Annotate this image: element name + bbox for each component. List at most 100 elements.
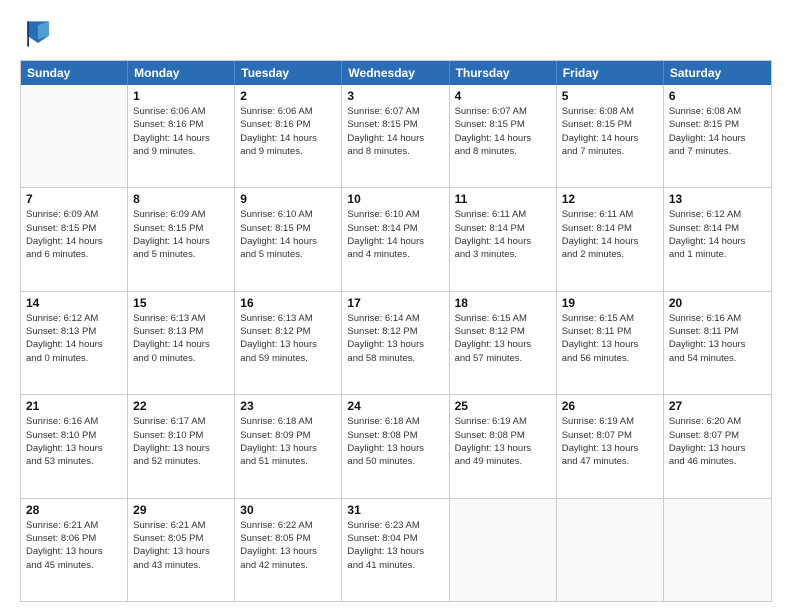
calendar-cell [664,499,771,601]
day-number: 18 [455,296,551,310]
day-number: 25 [455,399,551,413]
calendar-cell: 4 Sunrise: 6:07 AM Sunset: 8:15 PM Daylig… [450,85,557,187]
day-number: 16 [240,296,336,310]
day-info: Sunrise: 6:19 AM Sunset: 8:07 PM Dayligh… [562,415,658,468]
day-info: Sunrise: 6:12 AM Sunset: 8:13 PM Dayligh… [26,312,122,365]
calendar-header-cell: Tuesday [235,61,342,85]
calendar-cell: 28 Sunrise: 6:21 AM Sunset: 8:06 PM Dayli… [21,499,128,601]
day-info: Sunrise: 6:14 AM Sunset: 8:12 PM Dayligh… [347,312,443,365]
calendar-cell: 8Sunrise: 6:09 AM Sunset: 8:15 PM Daylig… [128,188,235,290]
day-number: 7 [26,192,122,206]
day-number: 11 [455,192,551,206]
day-number: 22 [133,399,229,413]
calendar-cell: 19Sunrise: 6:15 AM Sunset: 8:11 PM Dayli… [557,292,664,394]
day-info: Sunrise: 6:07 AM Sunset: 8:15 PM Dayligh… [455,105,551,158]
day-number: 17 [347,296,443,310]
calendar-cell: 21 Sunrise: 6:16 AM Sunset: 8:10 PM Dayli… [21,395,128,497]
calendar-cell: 16 Sunrise: 6:13 AM Sunset: 8:12 PM Dayli… [235,292,342,394]
calendar-cell: 11 Sunrise: 6:11 AM Sunset: 8:14 PM Dayli… [450,188,557,290]
day-info: Sunrise: 6:15 AM Sunset: 8:11 PM Dayligh… [562,312,658,365]
day-info: Sunrise: 6:20 AM Sunset: 8:07 PM Dayligh… [669,415,766,468]
calendar-cell: 12Sunrise: 6:11 AM Sunset: 8:14 PM Dayli… [557,188,664,290]
calendar-cell: 14 Sunrise: 6:12 AM Sunset: 8:13 PM Dayli… [21,292,128,394]
calendar-cell: 25 Sunrise: 6:19 AM Sunset: 8:08 PM Dayli… [450,395,557,497]
day-info: Sunrise: 6:08 AM Sunset: 8:15 PM Dayligh… [562,105,658,158]
day-info: Sunrise: 6:16 AM Sunset: 8:11 PM Dayligh… [669,312,766,365]
day-info: Sunrise: 6:21 AM Sunset: 8:06 PM Dayligh… [26,519,122,572]
day-info: Sunrise: 6:12 AM Sunset: 8:14 PM Dayligh… [669,208,766,261]
day-number: 28 [26,503,122,517]
day-number: 13 [669,192,766,206]
day-info: Sunrise: 6:11 AM Sunset: 8:14 PM Dayligh… [455,208,551,261]
calendar-cell [450,499,557,601]
calendar-row: 28 Sunrise: 6:21 AM Sunset: 8:06 PM Dayli… [21,498,771,601]
day-info: Sunrise: 6:06 AM Sunset: 8:16 PM Dayligh… [133,105,229,158]
day-info: Sunrise: 6:10 AM Sunset: 8:15 PM Dayligh… [240,208,336,261]
day-number: 9 [240,192,336,206]
calendar-cell: 10 Sunrise: 6:10 AM Sunset: 8:14 PM Dayli… [342,188,449,290]
calendar-cell: 15Sunrise: 6:13 AM Sunset: 8:13 PM Dayli… [128,292,235,394]
day-info: Sunrise: 6:11 AM Sunset: 8:14 PM Dayligh… [562,208,658,261]
day-number: 3 [347,89,443,103]
calendar-cell: 23 Sunrise: 6:18 AM Sunset: 8:09 PM Dayli… [235,395,342,497]
calendar-row: 7 Sunrise: 6:09 AM Sunset: 8:15 PM Daylig… [21,187,771,290]
day-number: 2 [240,89,336,103]
day-info: Sunrise: 6:18 AM Sunset: 8:09 PM Dayligh… [240,415,336,468]
day-info: Sunrise: 6:16 AM Sunset: 8:10 PM Dayligh… [26,415,122,468]
day-number: 4 [455,89,551,103]
calendar-cell: 9 Sunrise: 6:10 AM Sunset: 8:15 PM Daylig… [235,188,342,290]
day-number: 27 [669,399,766,413]
calendar-cell: 5 Sunrise: 6:08 AM Sunset: 8:15 PM Daylig… [557,85,664,187]
calendar-cell: 18 Sunrise: 6:15 AM Sunset: 8:12 PM Dayli… [450,292,557,394]
day-number: 26 [562,399,658,413]
calendar-cell: 1 Sunrise: 6:06 AM Sunset: 8:16 PM Daylig… [128,85,235,187]
day-number: 29 [133,503,229,517]
calendar-body: 1 Sunrise: 6:06 AM Sunset: 8:16 PM Daylig… [21,85,771,601]
calendar-cell: 30 Sunrise: 6:22 AM Sunset: 8:05 PM Dayli… [235,499,342,601]
day-number: 14 [26,296,122,310]
day-info: Sunrise: 6:22 AM Sunset: 8:05 PM Dayligh… [240,519,336,572]
day-number: 23 [240,399,336,413]
day-number: 30 [240,503,336,517]
page: SundayMondayTuesdayWednesdayThursdayFrid… [0,0,792,612]
day-number: 5 [562,89,658,103]
day-number: 1 [133,89,229,103]
calendar-cell [21,85,128,187]
day-number: 20 [669,296,766,310]
calendar-header: SundayMondayTuesdayWednesdayThursdayFrid… [21,61,771,85]
day-number: 8 [133,192,229,206]
day-info: Sunrise: 6:19 AM Sunset: 8:08 PM Dayligh… [455,415,551,468]
calendar-header-cell: Monday [128,61,235,85]
calendar-cell: 26 Sunrise: 6:19 AM Sunset: 8:07 PM Dayli… [557,395,664,497]
calendar-cell: 6Sunrise: 6:08 AM Sunset: 8:15 PM Daylig… [664,85,771,187]
calendar-header-cell: Friday [557,61,664,85]
calendar-cell: 20 Sunrise: 6:16 AM Sunset: 8:11 PM Dayli… [664,292,771,394]
calendar-cell: 17 Sunrise: 6:14 AM Sunset: 8:12 PM Dayli… [342,292,449,394]
calendar-header-cell: Sunday [21,61,128,85]
day-info: Sunrise: 6:13 AM Sunset: 8:13 PM Dayligh… [133,312,229,365]
day-info: Sunrise: 6:23 AM Sunset: 8:04 PM Dayligh… [347,519,443,572]
calendar-row: 14 Sunrise: 6:12 AM Sunset: 8:13 PM Dayli… [21,291,771,394]
day-info: Sunrise: 6:21 AM Sunset: 8:05 PM Dayligh… [133,519,229,572]
day-info: Sunrise: 6:15 AM Sunset: 8:12 PM Dayligh… [455,312,551,365]
calendar-row: 21 Sunrise: 6:16 AM Sunset: 8:10 PM Dayli… [21,394,771,497]
day-info: Sunrise: 6:09 AM Sunset: 8:15 PM Dayligh… [26,208,122,261]
day-number: 21 [26,399,122,413]
calendar-header-cell: Wednesday [342,61,449,85]
calendar-cell: 27 Sunrise: 6:20 AM Sunset: 8:07 PM Dayli… [664,395,771,497]
day-info: Sunrise: 6:13 AM Sunset: 8:12 PM Dayligh… [240,312,336,365]
day-number: 24 [347,399,443,413]
calendar-cell: 13 Sunrise: 6:12 AM Sunset: 8:14 PM Dayli… [664,188,771,290]
day-info: Sunrise: 6:17 AM Sunset: 8:10 PM Dayligh… [133,415,229,468]
calendar-cell: 2Sunrise: 6:06 AM Sunset: 8:16 PM Daylig… [235,85,342,187]
calendar-header-cell: Saturday [664,61,771,85]
calendar-cell: 3Sunrise: 6:07 AM Sunset: 8:15 PM Daylig… [342,85,449,187]
calendar-cell: 7 Sunrise: 6:09 AM Sunset: 8:15 PM Daylig… [21,188,128,290]
calendar-row: 1 Sunrise: 6:06 AM Sunset: 8:16 PM Daylig… [21,85,771,187]
calendar-cell: 22 Sunrise: 6:17 AM Sunset: 8:10 PM Dayli… [128,395,235,497]
calendar-cell [557,499,664,601]
logo [20,16,60,52]
calendar: SundayMondayTuesdayWednesdayThursdayFrid… [20,60,772,602]
day-number: 10 [347,192,443,206]
day-info: Sunrise: 6:10 AM Sunset: 8:14 PM Dayligh… [347,208,443,261]
